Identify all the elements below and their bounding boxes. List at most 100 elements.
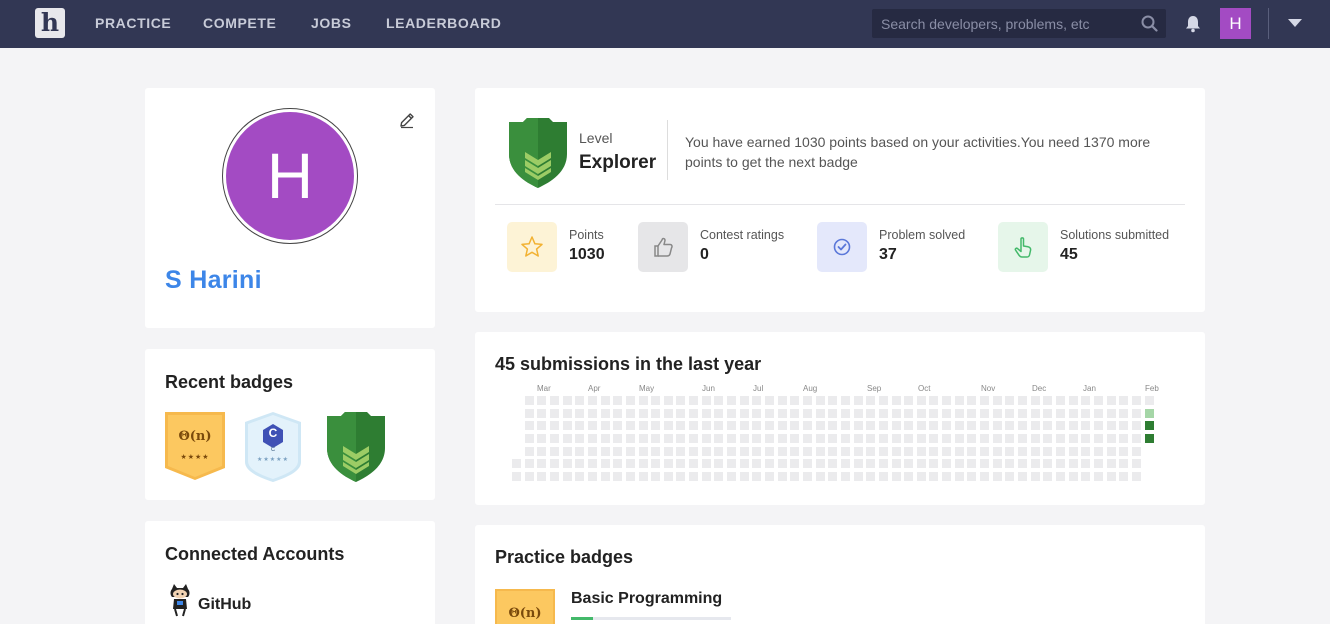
heatmap-cell — [600, 459, 610, 469]
heatmap-cell — [1093, 421, 1103, 431]
practice-progress-track — [571, 617, 731, 620]
search-box — [872, 9, 1166, 38]
search-icon[interactable] — [1141, 15, 1158, 32]
heatmap-cell — [840, 433, 850, 443]
level-label: Level — [579, 130, 613, 146]
heatmap-cell — [714, 471, 724, 481]
heatmap-cell — [904, 408, 914, 418]
heatmap-cell — [815, 421, 825, 431]
profile-avatar-letter: H — [226, 112, 354, 240]
heatmap-cell — [916, 421, 926, 431]
heatmap-cell — [1030, 433, 1040, 443]
level-separator — [495, 204, 1185, 205]
heatmap-cell — [1131, 446, 1141, 456]
heatmap-cell — [866, 396, 876, 405]
heatmap-cell — [802, 433, 812, 443]
heatmap-cell — [1119, 396, 1129, 405]
heatmap-cell — [625, 433, 635, 443]
heatmap-cell — [853, 471, 863, 481]
heatmap-cell — [1081, 471, 1091, 481]
basic-programming-badge-icon[interactable]: Θ(n) — [495, 589, 555, 624]
heatmap-cell — [689, 446, 699, 456]
heatmap-cell — [904, 471, 914, 481]
heatmap-cell — [916, 408, 926, 418]
heatmap-cell — [638, 459, 648, 469]
heatmap-cell — [1106, 408, 1116, 418]
explorer-shield-badge-icon[interactable] — [325, 412, 387, 487]
heatmap-cell — [904, 459, 914, 469]
heatmap-cell — [676, 396, 686, 405]
heatmap-cell — [1005, 471, 1015, 481]
level-card: Level Explorer You have earned 1030 poin… — [475, 88, 1205, 312]
heatmap-cell — [1119, 446, 1129, 456]
heatmap-cell — [815, 446, 825, 456]
heatmap-cell — [1018, 446, 1027, 456]
practice-badge-name[interactable]: Basic Programming — [571, 590, 722, 608]
heatmap-cell — [980, 471, 990, 481]
heatmap-cell — [765, 471, 774, 481]
heatmap-cell — [727, 459, 737, 469]
heatmap-cell — [676, 408, 686, 418]
c-language-badge-icon[interactable]: C C ★★★★★ — [245, 412, 301, 487]
search-input[interactable] — [872, 9, 1134, 38]
month-label: Jul — [753, 384, 764, 393]
heatmap-cell — [651, 446, 661, 456]
github-account-label[interactable]: GitHub — [198, 596, 251, 614]
heatmap-cell — [878, 459, 888, 469]
heatmap-cell — [1043, 459, 1053, 469]
heatmap-cell — [891, 408, 901, 418]
heatmap-cell — [853, 408, 863, 418]
heatmap-cell — [1144, 433, 1154, 443]
heatmap-cell — [1068, 421, 1078, 431]
heatmap-cell — [676, 433, 686, 443]
heatmap-cell — [1005, 459, 1015, 469]
heatmap-cell — [815, 396, 825, 405]
heatmap-cell — [1068, 471, 1078, 481]
heatmap-cell — [790, 408, 800, 418]
heatmap-cell — [1081, 396, 1091, 405]
heatmap-cell — [815, 459, 825, 469]
nav-practice[interactable]: PRACTICE — [95, 15, 171, 31]
heatmap-cell — [587, 408, 597, 418]
heatmap-cell — [1081, 446, 1091, 456]
heatmap-cell — [967, 396, 977, 405]
heatmap-cell — [828, 408, 838, 418]
heatmap-cell — [1106, 421, 1116, 431]
heatmap-cell — [1018, 408, 1027, 418]
heatmap-cell — [562, 471, 572, 481]
pencil-edit-icon[interactable] — [398, 111, 416, 129]
explorer-badge-shape — [327, 412, 385, 482]
complexity-badge-icon[interactable]: Θ(n) ★★★★ — [165, 412, 225, 487]
month-label: May — [639, 384, 655, 393]
heatmap-cell — [1005, 433, 1015, 443]
nav-compete[interactable]: COMPETE — [203, 15, 276, 31]
stat-label: Problem solved — [879, 228, 966, 242]
heatmap-cell — [853, 433, 863, 443]
nav-leaderboard[interactable]: LEADERBOARD — [386, 15, 502, 31]
heatmap-cell — [904, 446, 914, 456]
logo[interactable]: h — [35, 8, 65, 38]
heatmap-cell — [1055, 433, 1065, 443]
heatmap-cell — [840, 408, 850, 418]
user-avatar-menu[interactable]: H — [1220, 8, 1251, 39]
heatmap-cell — [575, 408, 585, 418]
explorer-shield-icon — [509, 118, 567, 188]
heatmap-cell — [651, 396, 661, 405]
stat-value: 0 — [700, 246, 709, 263]
chevron-down-icon[interactable] — [1288, 19, 1302, 27]
nav-jobs[interactable]: JOBS — [311, 15, 352, 31]
submissions-card: 45 submissions in the last year Mar Apr … — [475, 332, 1205, 505]
heatmap-cell — [625, 446, 635, 456]
heatmap-cell — [625, 459, 635, 469]
stat-value: 45 — [1060, 246, 1078, 263]
bell-icon[interactable] — [1185, 15, 1201, 33]
heatmap-cell — [1043, 433, 1053, 443]
heatmap-cell — [1093, 396, 1103, 405]
heatmap-cell — [1018, 433, 1027, 443]
heatmap-cell — [765, 396, 774, 405]
heatmap-cell — [828, 396, 838, 405]
heatmap-cell — [587, 471, 597, 481]
heatmap-cell — [549, 396, 559, 405]
heatmap-cell — [1043, 446, 1053, 456]
heatmap-cell — [727, 471, 737, 481]
